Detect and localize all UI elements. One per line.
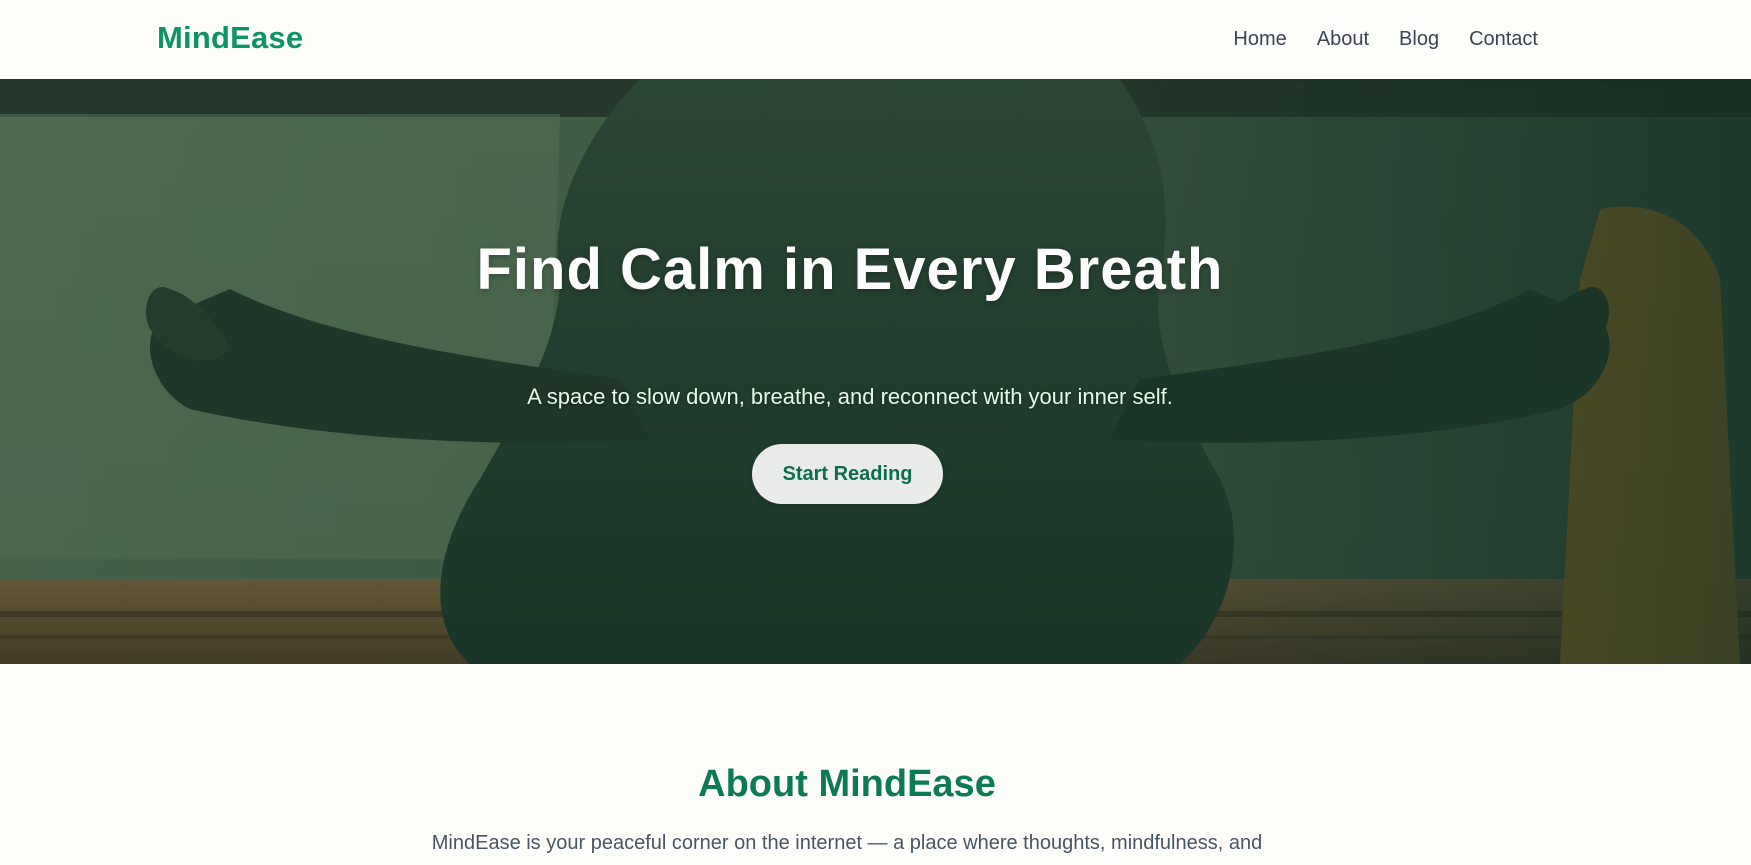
site-header: MindEase Home About Blog Contact [0,0,1751,79]
logo[interactable]: MindEase [157,20,303,56]
nav-about[interactable]: About [1317,27,1369,51]
start-reading-button[interactable]: Start Reading [752,444,943,504]
hero-subtitle: A space to slow down, breathe, and recon… [527,384,1173,409]
hero-title: Find Calm in Every Breath [476,237,1224,302]
hero-section: Find Calm in Every Breath A space to slo… [0,79,1751,664]
main-nav: Home About Blog Contact [1233,27,1538,51]
about-title: About MindEase [698,763,996,805]
nav-home[interactable]: Home [1233,27,1286,51]
nav-contact[interactable]: Contact [1469,27,1538,51]
hero-content: Find Calm in Every Breath A space to slo… [0,79,1751,664]
nav-blog[interactable]: Blog [1399,27,1439,51]
about-text: MindEase is your peaceful corner on the … [431,832,1263,854]
